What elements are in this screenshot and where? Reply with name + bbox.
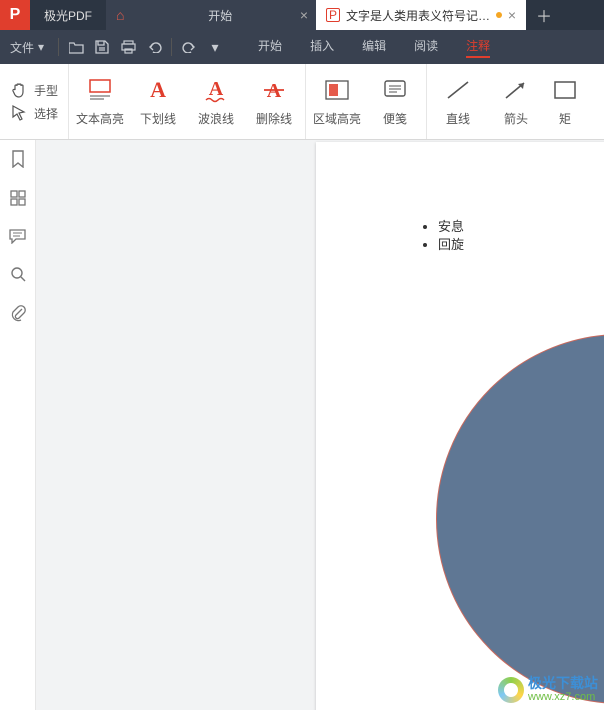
ribbon: 手型 选择 文本高亮 A 下划线 A 波浪线 A 删除线 区域高亮 [0, 64, 604, 140]
tab-doc-close-icon[interactable]: × [508, 7, 516, 23]
strike-button[interactable]: A 删除线 [245, 76, 303, 127]
main-area: 安息 回旋 [0, 140, 604, 710]
ribbon-group-notes: 区域高亮 便笺 [306, 64, 427, 139]
rect-icon [553, 76, 577, 104]
comments-panel-button[interactable] [9, 228, 26, 244]
hand-tool-label: 手型 [34, 82, 58, 99]
line-icon [445, 76, 471, 104]
menu-read[interactable]: 阅读 [414, 37, 438, 58]
watermark-logo-icon [498, 677, 524, 703]
file-menu-label: 文件 [10, 39, 34, 56]
list-item: 回旋 [438, 236, 464, 254]
svg-text:A: A [267, 80, 282, 102]
wavy-button[interactable]: A 波浪线 [187, 76, 245, 127]
save-button[interactable] [89, 40, 115, 54]
cursor-icon [10, 104, 28, 122]
home-icon: ⌂ [116, 7, 124, 23]
arrow-button[interactable]: 箭头 [487, 76, 545, 127]
unsaved-dot-icon [496, 12, 502, 18]
print-button[interactable] [115, 40, 141, 54]
app-logo: P [0, 0, 30, 30]
sticky-button[interactable]: 便笺 [366, 76, 424, 127]
app-logo-letter: P [10, 6, 21, 24]
undo-button[interactable] [141, 41, 167, 53]
redo-button[interactable] [176, 41, 202, 53]
bookmark-panel-button[interactable] [10, 150, 26, 168]
separator [58, 38, 59, 56]
highlight-button[interactable]: 文本高亮 [71, 76, 129, 127]
area-highlight-label: 区域高亮 [313, 110, 361, 127]
underline-icon: A [150, 76, 166, 104]
document-canvas[interactable]: 安息 回旋 [36, 140, 604, 710]
highlight-label: 文本高亮 [76, 110, 124, 127]
line-label: 直线 [446, 110, 470, 127]
new-tab-button[interactable]: ＋ [526, 0, 562, 30]
select-tool-label: 选择 [34, 105, 58, 122]
list-item: 安息 [438, 218, 464, 236]
ribbon-group-tools: 手型 选择 [0, 64, 69, 139]
watermark-title: 极光下载站 [528, 676, 598, 690]
search-panel-button[interactable] [10, 266, 26, 282]
attachments-panel-button[interactable] [10, 304, 26, 322]
underline-label: 下划线 [140, 110, 176, 127]
area-highlight-button[interactable]: 区域高亮 [308, 76, 366, 127]
underline-button[interactable]: A 下划线 [129, 76, 187, 127]
circle-annotation[interactable] [436, 334, 604, 704]
hand-icon [10, 81, 28, 99]
rect-button[interactable]: 矩 [545, 76, 585, 127]
strike-label: 删除线 [256, 110, 292, 127]
tab-doc-label: 文字是人类用表义符号记录… [346, 7, 492, 24]
line-button[interactable]: 直线 [429, 76, 487, 127]
menu-start[interactable]: 开始 [258, 37, 282, 58]
tab-document[interactable]: P 文字是人类用表义符号记录… × [316, 0, 526, 30]
pdf-icon: P [326, 8, 340, 22]
page: 安息 回旋 [316, 142, 604, 710]
app-name: 极光PDF [30, 0, 106, 30]
watermark: 极光下载站 www.xz7.com [498, 676, 598, 704]
watermark-url: www.xz7.com [528, 690, 598, 704]
tab-home[interactable]: ⌂ 开始 × [106, 0, 316, 30]
chevron-down-icon: ▾ [38, 40, 44, 54]
bullet-list: 安息 回旋 [422, 218, 464, 254]
quickbar: 文件 ▾ ▾ 开始 插入 编辑 阅读 注释 [0, 30, 604, 64]
area-highlight-icon [324, 76, 350, 104]
ribbon-group-textmarkup: 文本高亮 A 下划线 A 波浪线 A 删除线 [69, 64, 306, 139]
wavy-icon: A [203, 76, 229, 104]
menu-bar: 开始 插入 编辑 阅读 注释 [258, 37, 490, 58]
sticky-icon [383, 76, 407, 104]
highlight-icon [86, 76, 114, 104]
rect-label: 矩 [559, 110, 571, 127]
thumbnails-panel-button[interactable] [10, 190, 26, 206]
watermark-text: 极光下载站 www.xz7.com [528, 676, 598, 704]
arrow-label: 箭头 [504, 110, 528, 127]
wavy-label: 波浪线 [198, 110, 234, 127]
strike-icon: A [261, 76, 287, 104]
tab-home-label: 开始 [164, 7, 306, 24]
select-tool[interactable]: 选择 [10, 104, 58, 122]
open-button[interactable] [63, 41, 89, 54]
tab-home-close-icon[interactable]: × [300, 7, 308, 23]
hand-tool[interactable]: 手型 [10, 81, 58, 99]
sidebar [0, 140, 36, 710]
sticky-label: 便笺 [383, 110, 407, 127]
quickbar-dropdown[interactable]: ▾ [202, 39, 228, 56]
svg-text:A: A [209, 78, 224, 100]
separator [171, 38, 172, 56]
menu-edit[interactable]: 编辑 [362, 37, 386, 58]
ribbon-group-shapes: 直线 箭头 矩 [427, 64, 587, 139]
menu-annotate[interactable]: 注释 [466, 37, 490, 58]
file-menu[interactable]: 文件 ▾ [0, 30, 54, 64]
titlebar: P 极光PDF ⌂ 开始 × P 文字是人类用表义符号记录… × ＋ [0, 0, 604, 30]
menu-insert[interactable]: 插入 [310, 37, 334, 58]
arrow-icon [503, 76, 529, 104]
